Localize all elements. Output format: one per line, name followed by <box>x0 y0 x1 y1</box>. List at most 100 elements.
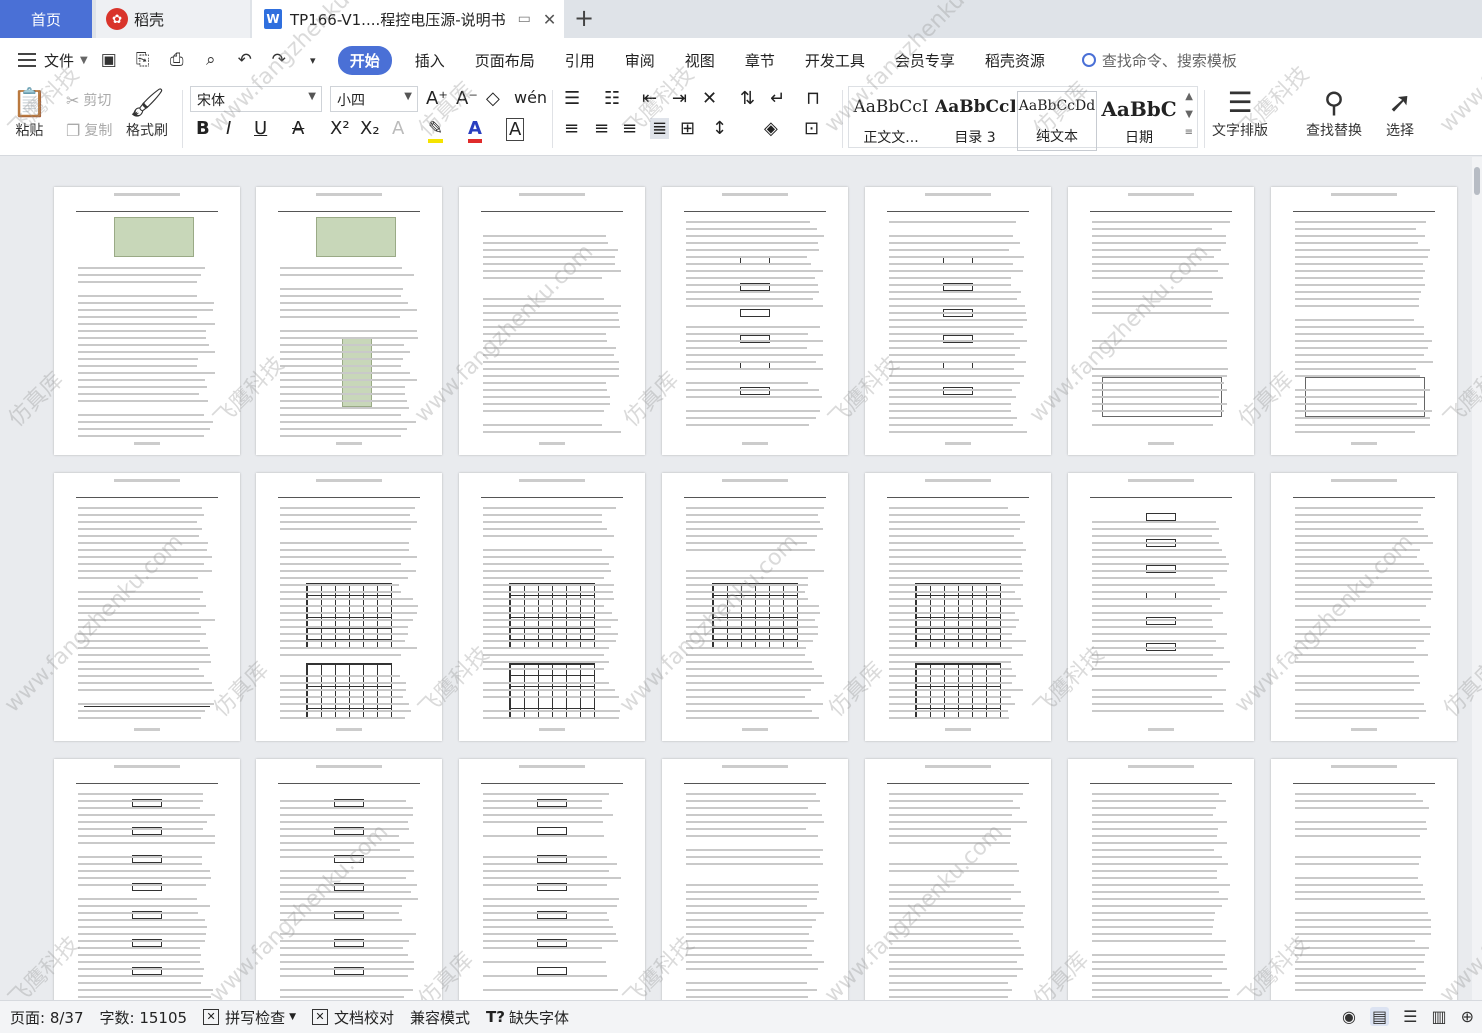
cut-button[interactable]: ✂ 剪切 <box>66 90 111 110</box>
distribute-icon[interactable]: ⊞ <box>680 118 695 139</box>
web-view-icon[interactable]: ⊕ <box>1461 1007 1474 1026</box>
command-search-box[interactable]: 查找命令、搜索模板 <box>1082 50 1237 71</box>
style-toc-3[interactable]: AaBbCcD 目录 3 <box>935 91 1015 151</box>
increase-indent-icon[interactable]: ⇥ <box>672 88 687 109</box>
phonetic-guide-icon[interactable]: wén <box>514 88 547 107</box>
tab-view[interactable]: 视图 <box>670 50 730 71</box>
document-page[interactable] <box>662 473 848 741</box>
char-border-icon[interactable]: A <box>506 118 524 141</box>
document-page[interactable] <box>256 759 442 1000</box>
tab-review[interactable]: 审阅 <box>610 50 670 71</box>
document-page[interactable] <box>662 187 848 455</box>
decrease-indent-icon[interactable]: ⇤ <box>642 88 657 109</box>
sort-icon[interactable]: ⇅ <box>740 88 755 109</box>
style-date[interactable]: AaBbC 日期 <box>1099 91 1179 151</box>
format-painter-button[interactable]: 🖌 格式刷 <box>126 86 168 140</box>
strikethrough-icon[interactable]: A <box>292 118 304 139</box>
tab-daoke[interactable]: ✿ 稻壳 <box>96 0 250 38</box>
clear-format-icon[interactable]: ◇ <box>486 88 500 109</box>
tab-insert[interactable]: 插入 <box>400 50 460 71</box>
tab-daoke-resources[interactable]: 稻壳资源 <box>970 50 1060 71</box>
vertical-scrollbar[interactable] <box>1472 157 1482 1000</box>
redo-icon[interactable]: ↷ <box>268 50 290 70</box>
find-replace-button[interactable]: ⚲ 查找替换 <box>1306 86 1362 140</box>
align-left-icon[interactable]: ≡ <box>564 118 579 139</box>
style-plain-text[interactable]: AaBbCcDd 纯文本 <box>1017 91 1097 151</box>
document-page[interactable] <box>54 473 240 741</box>
underline-icon[interactable]: U <box>254 118 267 139</box>
document-page[interactable] <box>662 759 848 1000</box>
select-button[interactable]: ➚ 选择 <box>1386 86 1414 140</box>
document-page[interactable] <box>459 187 645 455</box>
align-right-icon[interactable]: ≡ <box>622 118 637 139</box>
document-page[interactable] <box>1271 187 1457 455</box>
page-view-icon[interactable]: ▤ <box>1370 1007 1389 1026</box>
close-icon[interactable]: ✕ <box>543 10 556 29</box>
document-page[interactable] <box>865 759 1051 1000</box>
document-page[interactable] <box>459 759 645 1000</box>
document-page[interactable] <box>1068 473 1254 741</box>
style-body-text[interactable]: AaBbCcI 正文文... <box>851 91 931 151</box>
paste-button[interactable]: 📋 粘贴 <box>12 86 47 140</box>
file-menu-button[interactable]: 文件 ▼ <box>18 50 88 71</box>
tab-start[interactable]: 开始 <box>338 46 392 75</box>
line-spacing-icon[interactable]: ↕ <box>712 118 727 139</box>
document-page[interactable] <box>865 473 1051 741</box>
document-page[interactable] <box>1068 759 1254 1000</box>
outline-view-icon[interactable]: ☰ <box>1403 1007 1417 1026</box>
export-pdf-icon[interactable]: ⎘ <box>132 50 154 70</box>
align-center-icon[interactable]: ≡ <box>594 118 609 139</box>
doc-proof-button[interactable]: ✕ 文档校对 <box>312 1007 394 1028</box>
font-size-select[interactable]: 小四 ▼ <box>330 86 418 112</box>
subscript-icon[interactable]: X₂ <box>360 118 380 139</box>
chinese-layout-icon[interactable]: ✕ <box>702 88 717 109</box>
page-indicator[interactable]: 页面: 8/37 <box>10 1007 84 1028</box>
superscript-icon[interactable]: X² <box>330 118 350 139</box>
document-page[interactable] <box>1068 187 1254 455</box>
new-tab-plus-icon[interactable]: + <box>574 4 594 32</box>
reading-view-icon[interactable]: ▥ <box>1431 1007 1446 1026</box>
word-count[interactable]: 字数: 15105 <box>100 1007 188 1028</box>
tab-document[interactable]: W TP166-V1....程控电压源-说明书 ▭ ✕ <box>252 0 564 38</box>
scrollbar-thumb[interactable] <box>1474 167 1480 195</box>
text-effect-icon[interactable]: A <box>392 118 404 139</box>
numbered-list-icon[interactable]: ☷ <box>604 88 620 109</box>
document-canvas[interactable] <box>0 157 1472 1000</box>
tab-chapter[interactable]: 章节 <box>730 50 790 71</box>
document-page[interactable] <box>459 473 645 741</box>
tab-developer[interactable]: 开发工具 <box>790 50 880 71</box>
tab-home[interactable]: 首页 <box>0 0 92 38</box>
grow-font-icon[interactable]: A⁺ <box>426 88 448 109</box>
bullet-list-icon[interactable]: ☰ <box>564 88 580 109</box>
undo-icon[interactable]: ↶ <box>234 50 256 70</box>
more-chevron-icon[interactable]: ▾ <box>302 54 324 67</box>
italic-icon[interactable]: I <box>226 118 231 139</box>
shading-icon[interactable]: ◈ <box>764 118 778 139</box>
justify-icon[interactable]: ≣ <box>650 118 669 139</box>
show-marks-icon[interactable]: ↵ <box>770 88 785 109</box>
eye-protection-icon[interactable]: ◉ <box>1342 1007 1356 1026</box>
document-page[interactable] <box>54 759 240 1000</box>
document-page[interactable] <box>256 187 442 455</box>
gallery-expand-icon[interactable]: ≡ <box>1185 127 1193 138</box>
tab-page-layout[interactable]: 页面布局 <box>460 50 550 71</box>
gallery-scroll-up-icon[interactable]: ▲ <box>1185 91 1193 102</box>
save-icon[interactable]: ▣ <box>98 50 120 70</box>
print-preview-icon[interactable]: ⌕ <box>200 50 222 70</box>
document-page[interactable] <box>54 187 240 455</box>
monitor-icon[interactable]: ▭ <box>518 11 531 27</box>
print-icon[interactable]: ⎙ <box>166 50 188 70</box>
text-layout-button[interactable]: ☰ 文字排版 <box>1212 86 1268 140</box>
font-color-icon[interactable]: A <box>468 118 482 143</box>
spell-check-button[interactable]: ✕ 拼写检查 ▼ <box>203 1007 296 1028</box>
missing-fonts-button[interactable]: T? 缺失字体 <box>486 1007 569 1028</box>
document-page[interactable] <box>256 473 442 741</box>
bold-icon[interactable]: B <box>196 118 210 139</box>
highlight-icon[interactable]: ✎ <box>428 118 443 143</box>
document-page[interactable] <box>865 187 1051 455</box>
copy-button[interactable]: ❐ 复制 <box>66 120 112 140</box>
document-page[interactable] <box>1271 473 1457 741</box>
document-page[interactable] <box>1271 759 1457 1000</box>
font-name-select[interactable]: 宋体 ▼ <box>190 86 322 112</box>
tab-member[interactable]: 会员专享 <box>880 50 970 71</box>
